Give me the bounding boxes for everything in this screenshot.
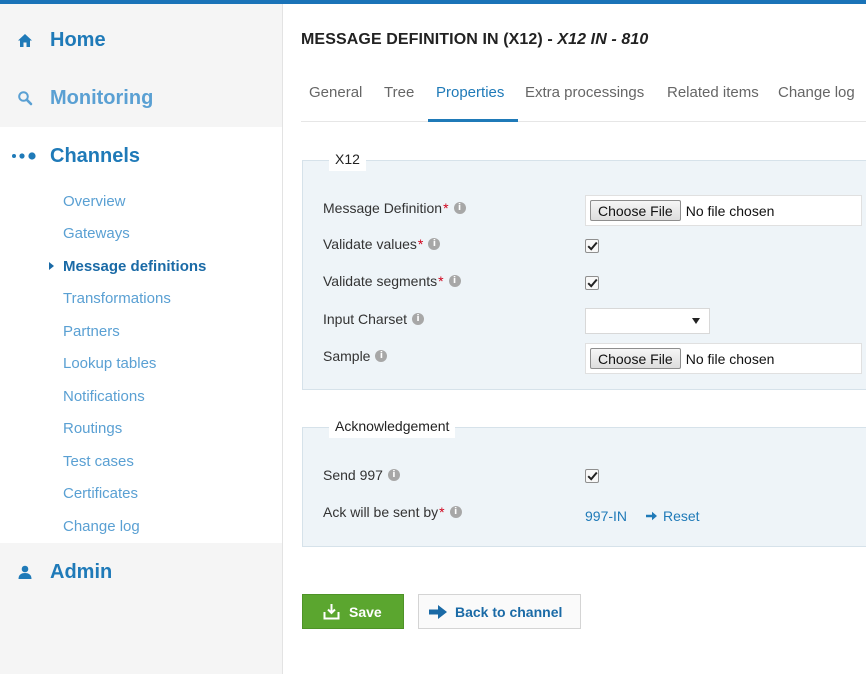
ack-sent-by-label-text: Ack will be sent by (323, 504, 439, 520)
validate-values-label: Validate values * i (323, 236, 441, 252)
validate-values-label-text: Validate values (323, 236, 417, 252)
home-icon (0, 33, 50, 48)
sidebar-subitem-routings[interactable]: Routings (63, 420, 122, 437)
sidebar-subitem-change-log[interactable]: Change log (63, 518, 140, 535)
back-to-channel-button[interactable]: Back to channel (418, 594, 581, 629)
send-997-label-text: Send 997 (323, 467, 383, 483)
sample-label-text: Sample (323, 348, 371, 364)
page-title-prefix: MESSAGE DEFINITION IN (X12) - (301, 31, 558, 48)
info-icon[interactable]: i (453, 202, 466, 214)
info-icon[interactable]: i (375, 350, 388, 362)
save-button-label: Save (349, 603, 382, 620)
checkmark-icon (586, 278, 598, 288)
sample-file-status: No file chosen (685, 350, 775, 367)
checkmark-icon (586, 241, 598, 251)
info-icon[interactable]: i (428, 238, 441, 250)
save-button[interactable]: Save (302, 594, 404, 629)
sidebar-item-home[interactable]: Home (0, 11, 282, 69)
required-marker: * (417, 236, 424, 252)
user-icon (0, 565, 50, 580)
message-definition-file-status: No file chosen (685, 202, 775, 219)
tab-related-items[interactable]: Related items (667, 84, 759, 101)
acknowledgement-panel: Acknowledgement Send 997 i Ack will be se… (302, 414, 866, 547)
sidebar-item-home-label: Home (50, 28, 106, 51)
input-charset-label-text: Input Charset (323, 311, 408, 327)
sidebar: Home Monitoring Channels Overview Gatewa… (0, 4, 283, 674)
sidebar-subitem-test-cases[interactable]: Test cases (63, 453, 134, 470)
x12-legend: X12 (329, 147, 366, 171)
save-icon (323, 603, 340, 620)
sidebar-item-channels-label: Channels (50, 144, 141, 167)
sidebar-subitem-notifications[interactable]: Notifications (63, 388, 145, 405)
input-charset-label: Input Charset i (323, 311, 425, 327)
channels-dots-icon (0, 152, 50, 160)
page-title: MESSAGE DEFINITION IN (X12) - X12 IN - 8… (301, 31, 648, 49)
validate-segments-checkbox[interactable] (585, 276, 599, 290)
message-definition-label-text: Message Definition (323, 200, 443, 216)
sidebar-subitem-lookup-tables[interactable]: Lookup tables (63, 355, 156, 372)
tab-properties[interactable]: Properties (436, 84, 504, 101)
checkmark-icon (586, 471, 598, 481)
info-icon[interactable]: i (449, 506, 462, 518)
x12-panel: X12 Message Definition * i Choose File No … (302, 147, 866, 390)
message-definition-file-input: Choose File No file chosen (585, 195, 862, 226)
arrow-right-icon (646, 511, 657, 521)
info-icon[interactable]: i (448, 275, 461, 287)
tab-extra-processings[interactable]: Extra processings (525, 84, 644, 101)
validate-segments-label-text: Validate segments (323, 273, 438, 289)
validate-values-checkbox[interactable] (585, 239, 599, 253)
tab-tree[interactable]: Tree (384, 84, 414, 101)
sample-choose-file-button[interactable]: Choose File (590, 348, 681, 369)
send-997-checkbox[interactable] (585, 469, 599, 483)
input-charset-select[interactable] (585, 308, 710, 334)
reset-link[interactable]: Reset (646, 508, 700, 524)
sidebar-subitem-certificates[interactable]: Certificates (63, 485, 138, 502)
sidebar-item-monitoring-label: Monitoring (50, 86, 154, 109)
page-title-italic: X12 IN - 810 (557, 31, 649, 48)
required-marker: * (443, 200, 449, 216)
sidebar-item-channels[interactable]: Channels (0, 127, 282, 185)
chevron-down-icon (692, 318, 700, 324)
back-to-channel-label: Back to channel (455, 603, 563, 620)
info-icon[interactable]: i (412, 313, 425, 325)
arrow-right-icon (429, 604, 447, 619)
sidebar-subitem-partners[interactable]: Partners (63, 323, 120, 340)
sidebar-subitem-message-definitions[interactable]: Message definitions (63, 258, 206, 275)
active-tab-indicator (428, 119, 518, 122)
reset-label: Reset (663, 508, 700, 524)
ack-sent-by-link[interactable]: 997-IN (585, 508, 627, 524)
sample-label: Sample i (323, 348, 388, 364)
message-definition-label: Message Definition * i (323, 200, 466, 216)
validate-segments-label: Validate segments * i (323, 273, 461, 289)
sidebar-subitem-overview[interactable]: Overview (63, 193, 126, 210)
tab-bar: General Tree Properties Extra processing… (301, 70, 866, 122)
ack-sent-by-label: Ack will be sent by * i (323, 504, 462, 520)
message-definition-choose-file-button[interactable]: Choose File (590, 200, 681, 221)
required-marker: * (439, 504, 445, 520)
sidebar-item-admin[interactable]: Admin (0, 543, 282, 601)
main-content: MESSAGE DEFINITION IN (X12) - X12 IN - 8… (284, 4, 866, 674)
tab-general[interactable]: General (309, 84, 362, 101)
sidebar-item-monitoring[interactable]: Monitoring (0, 69, 282, 127)
sidebar-subitem-gateways[interactable]: Gateways (63, 225, 130, 242)
sidebar-item-admin-label: Admin (50, 560, 113, 583)
info-icon[interactable]: i (387, 469, 400, 481)
channels-section: Channels Overview Gateways Message defin… (0, 127, 282, 543)
sample-file-input: Choose File No file chosen (585, 343, 862, 374)
send-997-label: Send 997 i (323, 467, 400, 483)
search-icon (0, 90, 50, 106)
acknowledgement-legend: Acknowledgement (329, 414, 456, 438)
sidebar-subitem-transformations[interactable]: Transformations (63, 290, 171, 307)
active-caret-icon (49, 262, 54, 270)
tab-change-log[interactable]: Change log (778, 84, 855, 101)
required-marker: * (438, 273, 444, 289)
